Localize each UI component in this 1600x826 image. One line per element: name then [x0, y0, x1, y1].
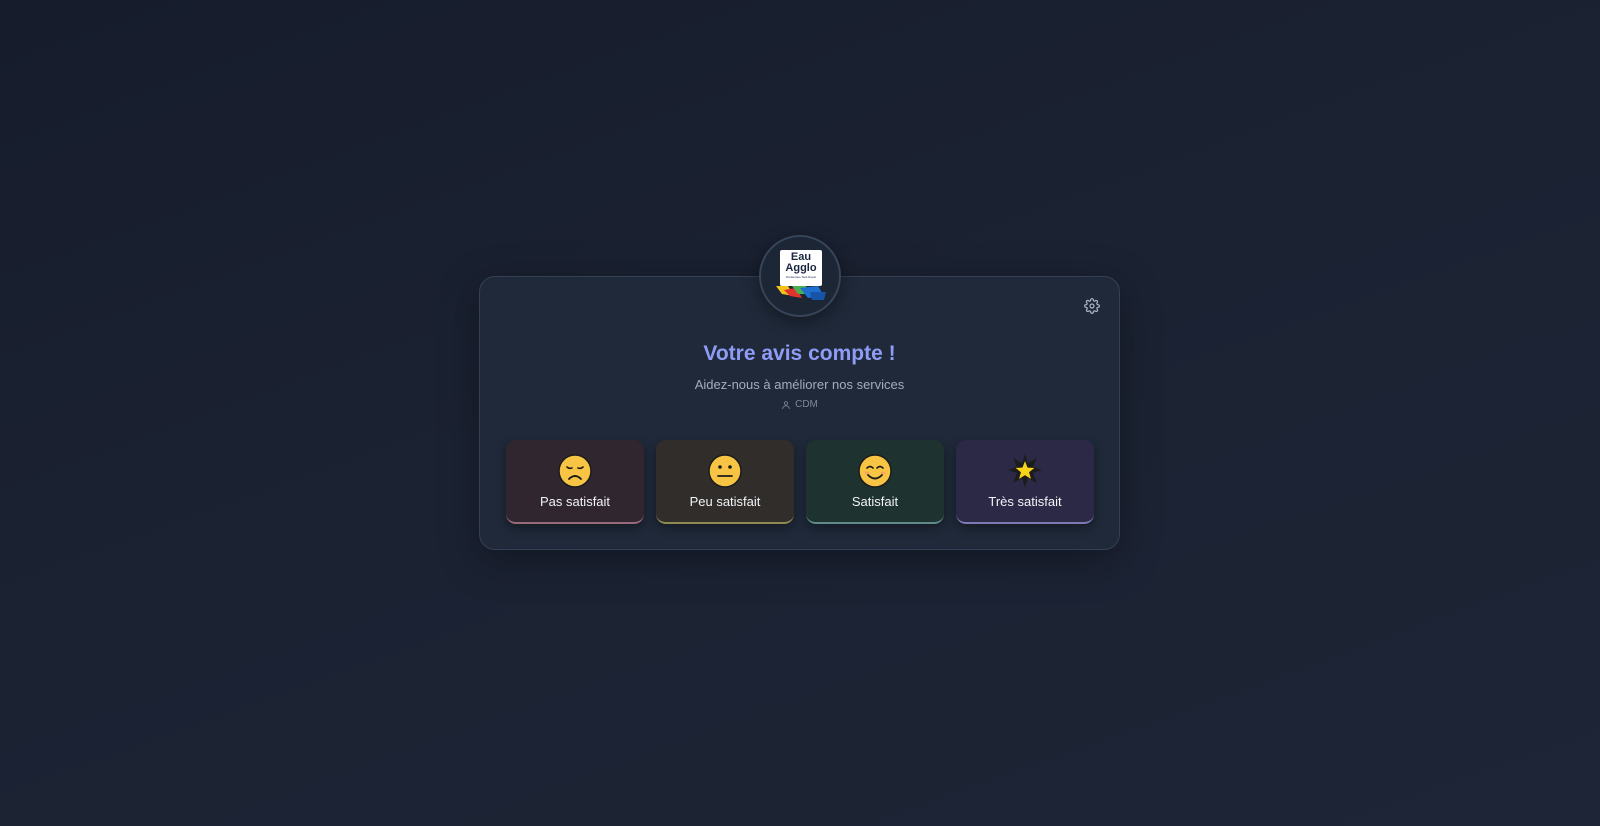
rating-option-label: Satisfait — [851, 494, 899, 509]
settings-button[interactable] — [1082, 296, 1102, 316]
rating-option-pas-satisfait[interactable]: Pas satisfait — [506, 440, 644, 524]
rating-option-satisfait[interactable]: Satisfait — [806, 440, 944, 524]
user-icon — [782, 400, 790, 409]
star-icon — [1008, 454, 1042, 488]
rating-options: Pas satisfait Peu satisfait Satisfait Tr… — [506, 440, 1095, 524]
page-title: Votre avis compte ! — [703, 342, 896, 365]
logo: Eau Agglo Dunkerque Sud-Ouest — [759, 235, 841, 317]
rating-option-label: Peu satisfait — [689, 494, 761, 509]
rating-option-peu-satisfait[interactable]: Peu satisfait — [656, 440, 794, 524]
logo-text-line2: Agglo — [785, 262, 817, 274]
logo-box: Eau Agglo Dunkerque Sud-Ouest — [780, 250, 822, 286]
smiling-face-icon — [858, 454, 892, 488]
page-subtitle: Aidez-nous à améliorer nos services — [694, 377, 905, 392]
rating-option-tres-satisfait[interactable]: Très satisfait — [956, 440, 1094, 524]
logo-tagline: Dunkerque Sud-Ouest — [786, 275, 816, 279]
logo-stripes-icon — [776, 286, 826, 300]
current-user: CDM — [479, 399, 1120, 410]
rating-option-label: Pas satisfait — [539, 494, 611, 509]
neutral-face-icon — [708, 454, 742, 488]
gear-icon — [1084, 298, 1100, 314]
sad-face-icon — [558, 454, 592, 488]
user-name: CDM — [795, 399, 818, 410]
rating-option-label: Très satisfait — [988, 494, 1062, 509]
logo-mark: Eau Agglo Dunkerque Sud-Ouest — [772, 248, 828, 304]
